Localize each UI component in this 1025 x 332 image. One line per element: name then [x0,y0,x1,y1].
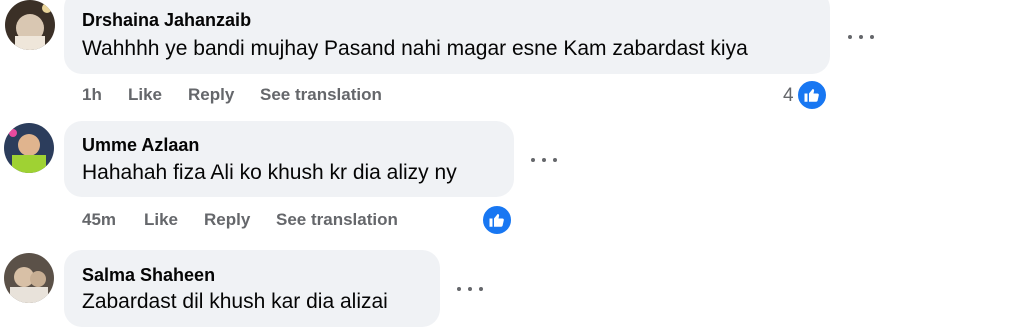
comment-text: Hahahah fiza Ali ko khush kr dia alizy n… [82,161,457,184]
comment-text: Wahhhh ye bandi mujhay Pasand nahi magar… [82,37,748,60]
reply-button[interactable]: Reply [204,210,250,230]
more-options-icon[interactable] [531,153,557,167]
avatar-photo [5,0,55,50]
comment-text: Zabardast dil khush kar dia alizai [82,290,388,313]
comment-bubble [64,250,440,327]
like-button[interactable]: Like [128,85,162,105]
avatar[interactable] [4,123,54,173]
see-translation-link[interactable]: See translation [276,210,398,230]
comment-author[interactable]: Drshaina Jahanzaib [82,10,251,31]
avatar[interactable] [4,253,54,303]
comment-author[interactable]: Umme Azlaan [82,135,199,156]
avatar[interactable] [5,0,55,50]
comment-timestamp[interactable]: 45m [82,210,116,230]
more-options-icon[interactable] [457,282,483,296]
thumbs-up-icon[interactable] [481,204,513,236]
avatar-photo [4,123,54,173]
thumbs-up-icon[interactable] [796,79,828,111]
comment-author[interactable]: Salma Shaheen [82,265,215,286]
like-button[interactable]: Like [144,210,178,230]
more-options-icon[interactable] [848,30,874,44]
reaction-count[interactable]: 4 [783,85,794,107]
comment-timestamp[interactable]: 1h [82,85,102,105]
avatar-photo [4,253,54,303]
comment-bubble [64,121,514,197]
reply-button[interactable]: Reply [188,85,234,105]
see-translation-link[interactable]: See translation [260,85,382,105]
